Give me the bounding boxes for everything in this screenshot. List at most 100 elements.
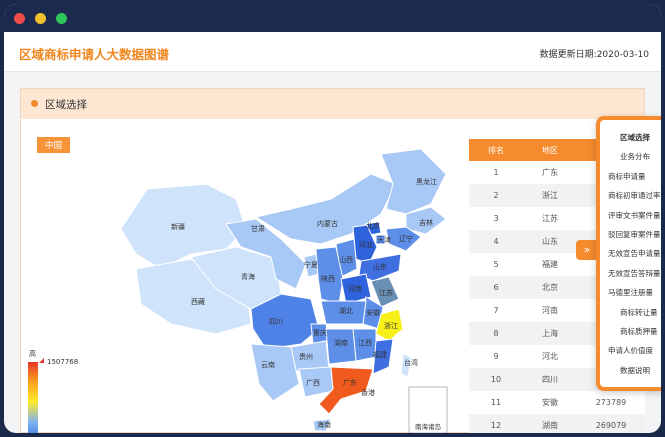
menu-item[interactable]: 无效宣告申请量 [600, 244, 661, 263]
legend-color-bar[interactable] [28, 362, 38, 433]
menu-item[interactable]: 评审文书案件量 [600, 206, 661, 225]
region-label: 陕西 [321, 274, 335, 283]
menu-item[interactable]: 驳回复审案件量 [600, 225, 661, 244]
cell-region: 上海 [542, 329, 558, 338]
bullet-icon [31, 100, 38, 107]
cell-region: 河南 [542, 306, 558, 315]
region-label: 香港 [361, 388, 375, 397]
header-rank[interactable]: 排名 [469, 145, 523, 156]
region-yunnan [250, 343, 300, 402]
menu-item[interactable]: 商标质押量 [600, 322, 661, 341]
cell-value: 269079 [595, 421, 627, 430]
header-region[interactable]: 地区 [523, 145, 577, 156]
app-window: 区域商标申请人大数据图谱 数据更新日期:2020-03-10 区域选择 南海诸岛… [4, 4, 661, 433]
cell-rank: 10 [490, 375, 502, 384]
region-label: 黑龙江 [416, 177, 437, 186]
side-menu: 区域选择 业务分布 商标申请量 商标初审通过率 评审文书案件量 驳回复审案件量 无效宣告申请… [596, 116, 661, 391]
cell-region: 安徽 [542, 398, 558, 407]
legend-max-value: 1507768 [47, 358, 79, 366]
maximize-button[interactable] [56, 13, 67, 24]
region-label: 内蒙古 [317, 219, 338, 228]
region-label: 西藏 [191, 297, 205, 306]
region-label: 福建 [373, 350, 387, 359]
region-label: 海南 [317, 420, 331, 429]
cell-region: 山东 [542, 237, 558, 246]
china-map[interactable]: 南海诸岛 新疆 西藏 青海 甘肃 内蒙古 黑龙江 吉林 辽宁 北京 天津 河北 山西 宁夏 陕西 山东 河南江… [21, 129, 461, 433]
legend-marker-icon[interactable] [39, 358, 44, 363]
region-label: 青海 [241, 272, 255, 281]
update-date: 数据更新日期:2020-03-10 [540, 47, 649, 60]
country-tag[interactable]: 中国 [37, 137, 71, 153]
cell-rank: 9 [493, 352, 499, 361]
south-sea-inset-label: 南海诸岛 [415, 422, 441, 431]
menu-item[interactable]: 商标转让量 [600, 303, 661, 322]
cell-region: 福建 [542, 260, 558, 269]
side-menu-toggle[interactable]: » [576, 240, 598, 260]
cell-region: 河北 [542, 352, 558, 361]
update-date-value: 2020-03-10 [596, 50, 649, 60]
menu-item[interactable]: 商标初审通过率 [600, 186, 661, 205]
cell-rank: 11 [490, 398, 502, 407]
region-label: 浙江 [384, 321, 398, 330]
cell-region: 四川 [542, 375, 558, 384]
region-label: 台湾 [404, 358, 418, 367]
cell-rank: 8 [493, 329, 499, 338]
cell-region: 北京 [542, 283, 558, 292]
table-row[interactable]: 12 湖南 269079 [469, 414, 645, 433]
cell-region: 浙江 [542, 191, 558, 200]
legend-high-label: 高 [29, 350, 36, 358]
cell-region: 湖南 [542, 421, 558, 430]
region-label: 江西 [358, 339, 372, 347]
update-date-label: 数据更新日期: [539, 50, 597, 60]
region-label: 山东 [373, 262, 387, 271]
menu-item[interactable]: 申请人价值度 [600, 341, 661, 360]
region-label: 山西 [339, 255, 353, 264]
region-label: 天津 [377, 236, 391, 244]
menu-item[interactable]: 商标申请量 [600, 167, 661, 186]
cell-rank: 6 [493, 283, 499, 292]
cell-region: 广东 [542, 168, 558, 177]
cell-value: 273789 [595, 398, 627, 407]
region-label: 广东 [343, 378, 357, 387]
region-label: 云南 [261, 360, 275, 369]
cell-region: 江苏 [542, 214, 558, 223]
region-label: 湖南 [334, 338, 348, 347]
cell-rank: 12 [490, 421, 502, 430]
region-label: 河南 [348, 284, 362, 293]
menu-item[interactable]: 无效宣告答辩量 [600, 264, 661, 283]
region-label: 江苏 [379, 288, 393, 297]
panel-title: 区域选择 [45, 99, 87, 111]
cell-rank: 1 [493, 168, 499, 177]
region-label: 宁夏 [304, 260, 318, 269]
map-legend: 高 1507768 [25, 349, 85, 433]
region-label: 广西 [306, 378, 320, 387]
region-label: 湖北 [339, 306, 353, 315]
region-label: 重庆 [313, 328, 327, 337]
region-label: 新疆 [171, 222, 185, 231]
page-title: 区域商标申请人大数据图谱 [19, 47, 170, 62]
page-header: 区域商标申请人大数据图谱 数据更新日期:2020-03-10 [4, 32, 661, 72]
china-map-svg[interactable]: 南海诸岛 新疆西藏青海甘肃内蒙古黑龙江吉林辽宁北京天津河北山西宁夏陕西山东河南江… [21, 129, 461, 433]
region-label: 北京 [366, 221, 380, 230]
cell-rank: 5 [493, 260, 499, 269]
cell-rank: 4 [493, 237, 499, 246]
menu-item[interactable]: 业务分布 [600, 147, 661, 166]
close-button[interactable] [14, 13, 25, 24]
menu-item[interactable]: 数据说明 [600, 361, 661, 380]
region-label: 河北 [359, 241, 373, 249]
cell-rank: 3 [493, 214, 499, 223]
menu-item[interactable]: 马德里注册量 [600, 283, 661, 302]
region-panel: 区域选择 南海诸岛 新疆 西藏 青海 甘肃 内蒙古 黑龙江 吉林 辽宁 北京 天… [20, 88, 645, 433]
table-row[interactable]: 11 安徽 273789 [469, 391, 645, 414]
region-label: 辽宁 [399, 234, 413, 243]
title-bar [4, 4, 661, 32]
region-label: 甘肃 [251, 224, 265, 233]
menu-item[interactable]: 区域选择 [600, 128, 661, 147]
minimize-button[interactable] [35, 13, 46, 24]
region-label: 贵州 [299, 352, 313, 361]
region-label: 四川 [269, 318, 283, 326]
region-label: 安徽 [366, 308, 380, 317]
cell-rank: 7 [493, 306, 499, 315]
cell-rank: 2 [493, 191, 499, 200]
panel-header: 区域选择 [21, 89, 644, 119]
